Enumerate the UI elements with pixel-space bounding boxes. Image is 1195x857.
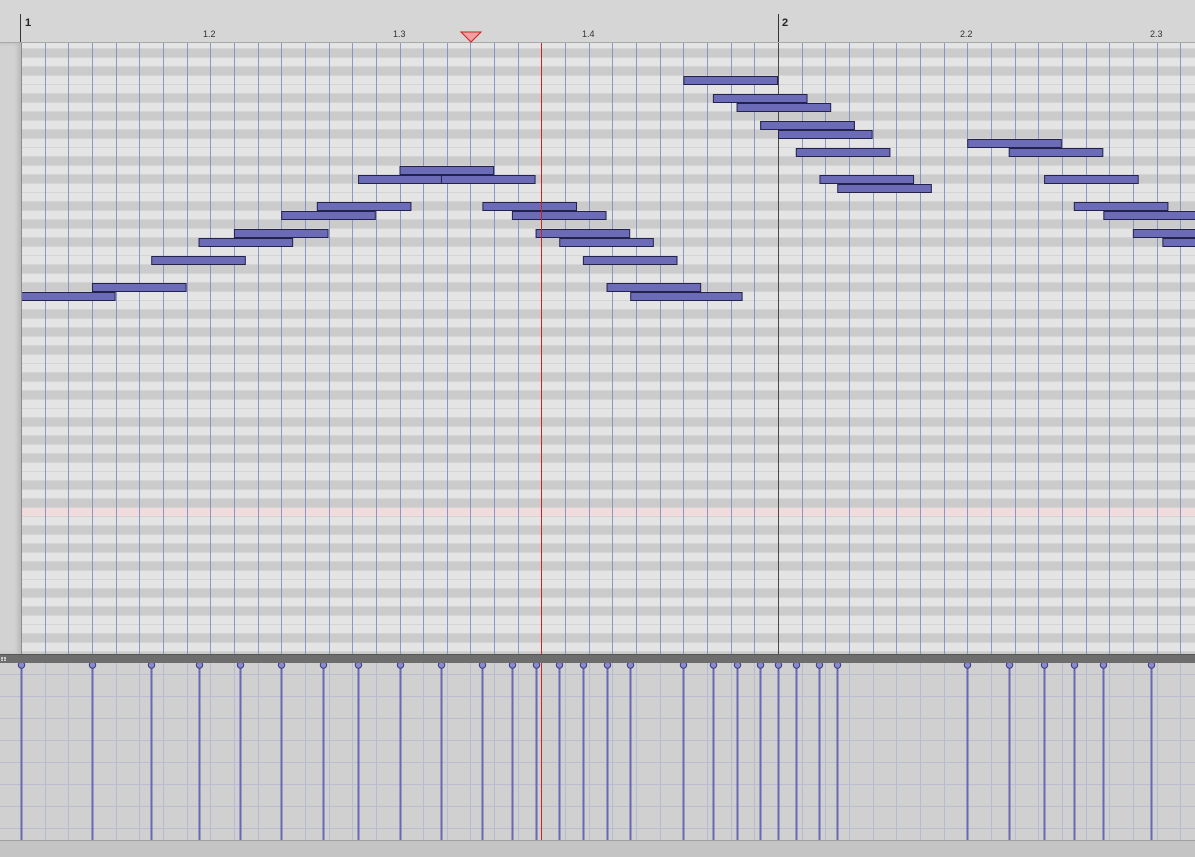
velocity-handle[interactable] [1040,663,1049,669]
velocity-handle[interactable] [88,663,97,669]
velocity-handle[interactable] [319,663,328,669]
midi-note[interactable] [606,283,702,292]
bar-label-1: 1 [25,17,32,29]
midi-note[interactable] [630,292,743,301]
midi-note[interactable] [511,211,607,220]
velocity-handle[interactable] [437,663,446,669]
midi-note[interactable] [399,166,495,175]
midi-note[interactable] [91,283,187,292]
velocity-handle[interactable] [579,663,588,669]
velocity-handle[interactable] [756,663,765,669]
velocity-handle[interactable] [396,663,405,669]
midi-note[interactable] [1073,202,1169,211]
velocity-handle[interactable] [963,663,972,669]
velocity-handle[interactable] [277,663,286,669]
beat-label-2-2: 2.2 [960,29,973,39]
velocity-handle[interactable] [236,663,245,669]
velocity-handle[interactable] [147,663,156,669]
velocity-handle[interactable] [603,663,612,669]
velocity-handle[interactable] [815,663,824,669]
midi-note[interactable] [1008,148,1104,157]
midi-note[interactable] [1132,229,1195,238]
note-grid-canvas[interactable] [0,43,1195,654]
velocity-handle[interactable] [478,663,487,669]
velocity-handle[interactable] [709,663,718,669]
beat-label-1-3: 1.3 [393,29,406,39]
midi-note[interactable] [967,139,1062,148]
midi-note[interactable] [151,256,246,265]
midi-note[interactable] [559,238,654,247]
midi-note[interactable] [582,256,678,265]
beat-label-1-2: 1.2 [203,29,216,39]
midi-note[interactable] [1044,175,1139,184]
velocity-handle[interactable] [532,663,541,669]
bottom-scrollbar-area[interactable] [0,840,1195,857]
playhead-marker-icon[interactable] [460,31,482,43]
midi-note[interactable] [795,148,891,157]
midi-note[interactable] [198,238,294,247]
midi-note[interactable] [778,130,873,139]
midi-note[interactable] [683,76,778,85]
midi-note[interactable] [819,175,915,184]
midi-note[interactable] [1103,211,1195,220]
midi-note[interactable] [760,121,855,130]
velocity-handle[interactable] [626,663,635,669]
midi-note[interactable] [1162,238,1195,247]
velocity-handle[interactable] [195,663,204,669]
velocity-handle[interactable] [774,663,783,669]
velocity-handle[interactable] [1005,663,1014,669]
splitter-grip-icon[interactable] [1,657,7,661]
midi-note[interactable] [281,211,376,220]
piano-roll-grid[interactable] [0,43,1195,654]
timeline-ruler[interactable]: 1 1.2 1.3 1.4 2 2.2 2.3 [0,0,1195,43]
velocity-handle[interactable] [1070,663,1079,669]
midi-note[interactable] [837,184,932,193]
beat-label-2-3: 2.3 [1150,29,1163,39]
velocity-handle[interactable] [833,663,842,669]
velocity-handle[interactable] [792,663,801,669]
velocity-handle[interactable] [733,663,742,669]
beat-label-1-4: 1.4 [582,29,595,39]
midi-note[interactable] [535,229,631,238]
velocity-handle[interactable] [1099,663,1108,669]
bar-1-tick [20,14,21,42]
midi-note[interactable] [482,202,578,211]
velocity-handle[interactable] [555,663,564,669]
velocity-handle[interactable] [508,663,517,669]
keyboard-edge [0,43,22,654]
midi-note[interactable] [736,103,832,112]
midi-note[interactable] [358,175,453,184]
bar-2-tick [778,14,779,42]
velocity-handle[interactable] [17,663,26,669]
velocity-lane[interactable] [0,663,1195,840]
bar-label-2: 2 [782,17,789,29]
velocity-handle[interactable] [354,663,363,669]
midi-note[interactable] [712,94,808,103]
midi-note[interactable] [440,175,536,184]
velocity-canvas[interactable] [0,663,1195,840]
midi-note[interactable] [21,292,116,301]
midi-note[interactable] [316,202,412,211]
velocity-handle[interactable] [1147,663,1156,669]
velocity-handle[interactable] [679,663,688,669]
midi-note[interactable] [233,229,329,238]
